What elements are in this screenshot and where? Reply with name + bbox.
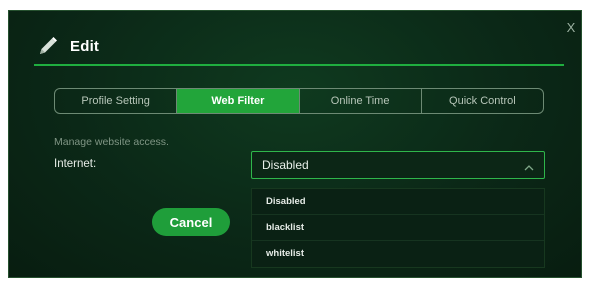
internet-select[interactable]: Disabled (251, 151, 545, 179)
cancel-button[interactable]: Cancel (152, 208, 230, 236)
dropdown-option-disabled[interactable]: Disabled (252, 189, 544, 215)
internet-dropdown: Disabled blacklist whitelist (251, 188, 545, 268)
page: X Edit Profile Setting Web Filter Online… (0, 0, 590, 287)
close-icon[interactable]: X (564, 20, 578, 36)
tab-quick-control[interactable]: Quick Control (422, 89, 543, 113)
dropdown-option-blacklist[interactable]: blacklist (252, 215, 544, 241)
internet-label: Internet: (54, 158, 97, 170)
dialog-title-row: Edit (36, 34, 99, 58)
tab-online-time[interactable]: Online Time (300, 89, 422, 113)
tab-bar: Profile Setting Web Filter Online Time Q… (54, 88, 544, 114)
internet-select-value: Disabled (262, 158, 309, 172)
tab-web-filter[interactable]: Web Filter (177, 89, 300, 113)
dialog-title: Edit (70, 37, 100, 55)
pencil-icon (36, 34, 60, 58)
chevron-up-icon (524, 161, 534, 171)
title-divider (34, 64, 564, 66)
manage-access-hint: Manage website access. (54, 136, 169, 148)
tab-profile-setting[interactable]: Profile Setting (55, 89, 178, 113)
dropdown-option-whitelist[interactable]: whitelist (252, 241, 544, 266)
